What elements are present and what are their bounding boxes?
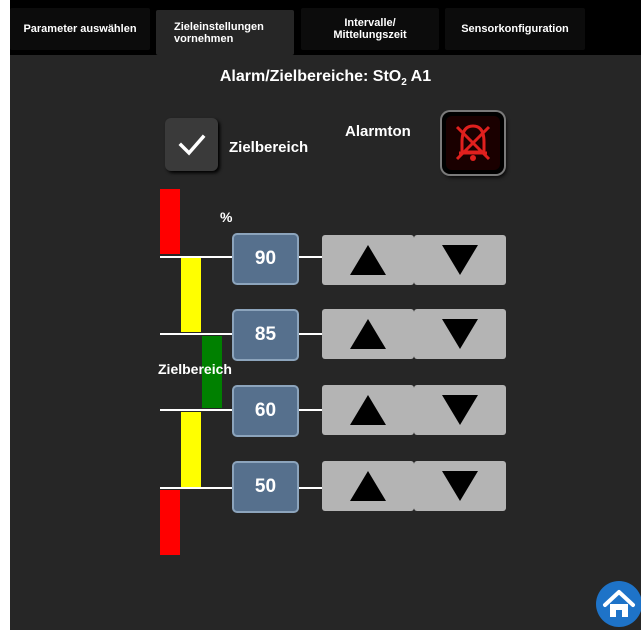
decrease-button[interactable] bbox=[414, 385, 506, 435]
title-suffix: A1 bbox=[406, 68, 432, 85]
alarm-tone-button[interactable] bbox=[442, 112, 504, 174]
threshold-connector bbox=[299, 487, 322, 489]
alarm-tone-label: Alarmton bbox=[345, 123, 411, 140]
increase-button[interactable] bbox=[322, 385, 414, 435]
threshold-line bbox=[160, 256, 232, 258]
tab-label: Zieleinstellungen vornehmen bbox=[174, 20, 264, 45]
threshold-connector bbox=[299, 256, 322, 258]
decrease-button[interactable] bbox=[414, 235, 506, 285]
threshold-line bbox=[160, 333, 232, 335]
zone-high-warning bbox=[181, 257, 201, 332]
arrow-down-icon bbox=[442, 395, 478, 425]
threshold-line bbox=[160, 409, 232, 411]
threshold-connector bbox=[299, 333, 322, 335]
threshold-value-50[interactable]: 50 bbox=[232, 461, 299, 513]
zone-target-label: Zielbereich bbox=[158, 361, 232, 377]
threshold-connector bbox=[299, 409, 322, 411]
arrow-up-icon bbox=[350, 319, 386, 349]
increase-button[interactable] bbox=[322, 461, 414, 511]
arrow-up-icon bbox=[350, 471, 386, 501]
home-button[interactable] bbox=[596, 581, 641, 627]
title-main: Alarm/Zielbereiche: StO bbox=[219, 68, 402, 85]
zone-low-warning bbox=[181, 412, 201, 487]
threshold-value-85[interactable]: 85 bbox=[232, 309, 299, 361]
tab-intervalle[interactable]: Intervalle/ Mittelungszeit bbox=[301, 8, 439, 50]
increase-button[interactable] bbox=[322, 235, 414, 285]
increase-button[interactable] bbox=[322, 309, 414, 359]
alarm-off-icon bbox=[446, 116, 500, 170]
tab-label: Sensorkonfiguration bbox=[461, 23, 569, 35]
tab-label: Intervalle/ Mittelungszeit bbox=[333, 17, 407, 41]
screen: Parameter auswählen Zieleinstellungen vo… bbox=[10, 0, 641, 630]
check-icon bbox=[178, 134, 206, 156]
threshold-line bbox=[160, 487, 232, 489]
tab-zieleinstellungen[interactable]: Zieleinstellungen vornehmen bbox=[156, 10, 294, 55]
arrow-down-icon bbox=[442, 471, 478, 501]
page-title: Alarm/Zielbereiche: StO2 A1 bbox=[10, 68, 641, 88]
decrease-button[interactable] bbox=[414, 309, 506, 359]
tab-bar: Parameter auswählen Zieleinstellungen vo… bbox=[10, 0, 641, 55]
zone-low-alarm bbox=[160, 490, 180, 555]
target-range-checkbox[interactable] bbox=[165, 118, 218, 171]
threshold-value-60[interactable]: 60 bbox=[232, 385, 299, 437]
arrow-down-icon bbox=[442, 245, 478, 275]
zone-high-alarm bbox=[160, 189, 180, 254]
threshold-value-90[interactable]: 90 bbox=[232, 233, 299, 285]
arrow-up-icon bbox=[350, 245, 386, 275]
unit-label: % bbox=[220, 209, 233, 225]
decrease-button[interactable] bbox=[414, 461, 506, 511]
target-range-label: Zielbereich bbox=[229, 139, 309, 156]
arrow-down-icon bbox=[442, 319, 478, 349]
tab-parameter-auswaehlen[interactable]: Parameter auswählen bbox=[10, 8, 150, 50]
tab-sensorkonfiguration[interactable]: Sensorkonfiguration bbox=[445, 8, 585, 50]
tab-label: Parameter auswählen bbox=[23, 23, 137, 35]
home-icon bbox=[603, 590, 635, 617]
arrow-up-icon bbox=[350, 395, 386, 425]
